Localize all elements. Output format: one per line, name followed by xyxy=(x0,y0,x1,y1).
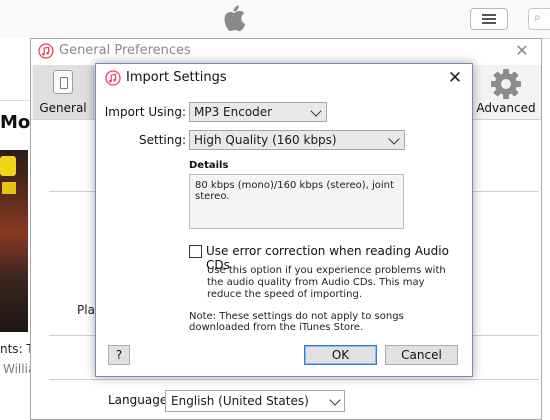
details-box: 80 kbps (mono)/160 kbps (stereo), joint … xyxy=(189,174,404,229)
details-label: Details xyxy=(189,160,229,171)
help-button[interactable]: ? xyxy=(108,345,130,365)
import-using-label: Import Using: xyxy=(104,105,186,119)
prefs-title: General Preferences xyxy=(59,43,191,58)
setting-select[interactable]: High Quality (160 kbps) xyxy=(189,130,405,150)
dialog-close-button[interactable]: ✕ xyxy=(444,67,466,89)
cancel-button[interactable]: Cancel xyxy=(385,345,458,365)
note-text: Note: These settings do not apply to son… xyxy=(189,311,404,333)
chevron-down-icon xyxy=(388,133,400,145)
import-using-select[interactable]: MP3 Encoder xyxy=(189,102,327,122)
setting-label: Setting: xyxy=(138,133,186,147)
gear-icon xyxy=(491,69,521,99)
error-correction-description: Use this option if you experience proble… xyxy=(207,265,446,300)
chevron-down-icon xyxy=(310,105,322,117)
itunes-icon xyxy=(105,70,121,86)
import-settings-dialog: Import Settings ✕ Import Using: MP3 Enco… xyxy=(95,63,473,377)
dialog-title: Import Settings xyxy=(126,70,227,85)
chevron-down-icon xyxy=(329,394,341,406)
list-view-button[interactable] xyxy=(470,8,508,30)
error-correction-checkbox[interactable] xyxy=(189,245,202,258)
album-info-text: nts: T xyxy=(0,342,34,356)
import-using-value: MP3 Encoder xyxy=(194,105,273,119)
itunes-icon xyxy=(38,43,54,59)
language-select[interactable]: English (United States) xyxy=(165,390,345,412)
tab-advanced-label: Advanced xyxy=(476,101,536,115)
search-field[interactable]: ⌕ xyxy=(528,8,550,30)
itunes-top-bar: ⌕ xyxy=(0,0,550,39)
album-artwork xyxy=(0,150,28,332)
language-label: Language: xyxy=(108,393,172,407)
prefs-title-bar: General Preferences ✕ xyxy=(31,39,541,63)
tab-general[interactable]: General xyxy=(33,65,94,119)
setting-value: High Quality (160 kbps) xyxy=(194,133,337,147)
tab-general-label: General xyxy=(39,101,87,115)
tab-advanced[interactable]: Advanced xyxy=(471,65,541,119)
divider xyxy=(49,379,539,380)
search-icon: ⌕ xyxy=(534,10,541,24)
prefs-close-button[interactable]: ✕ xyxy=(511,40,533,62)
apple-logo-icon xyxy=(224,5,246,31)
language-value: English (United States) xyxy=(171,394,309,408)
switch-icon xyxy=(53,70,73,94)
details-text: 80 kbps (mono)/160 kbps (stereo), joint … xyxy=(195,180,394,202)
dialog-title-bar: Import Settings ✕ xyxy=(96,64,472,92)
ok-button[interactable]: OK xyxy=(304,345,377,365)
